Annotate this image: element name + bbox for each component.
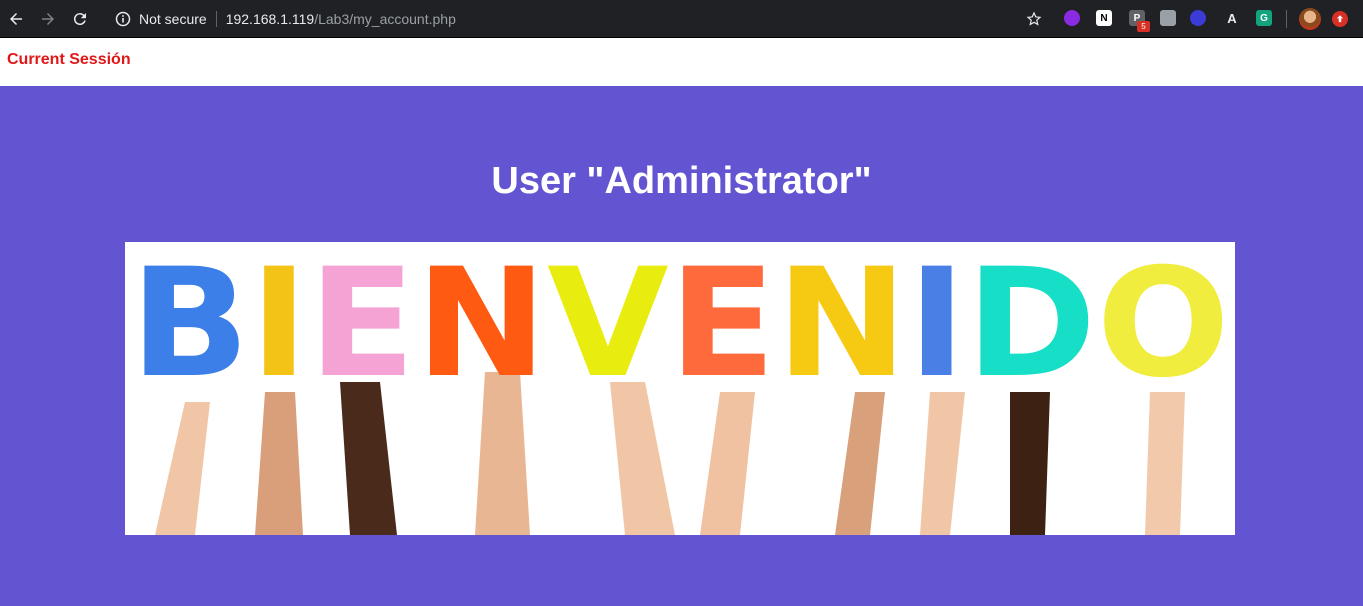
welcome-banner-image: BIENVENIDO	[125, 242, 1235, 535]
url-path[interactable]: /Lab3/my_account.php	[314, 11, 456, 27]
current-session-link[interactable]: Current Sessión	[7, 51, 131, 69]
user-heading: User "Administrator"	[491, 160, 872, 202]
browser-toolbar: Not secure 192.168.1.119/Lab3/my_account…	[0, 0, 1363, 38]
letter-n1: N	[416, 242, 548, 411]
letter-i2: I	[908, 242, 966, 411]
bookmark-star-icon[interactable]	[1026, 11, 1042, 27]
letter-o: O	[1096, 242, 1230, 411]
notion-extension-icon[interactable]: N	[1096, 10, 1112, 26]
forward-button[interactable]	[32, 0, 64, 38]
letter-b: B	[130, 242, 250, 411]
letter-i1: I	[250, 242, 308, 411]
info-icon[interactable]	[115, 11, 131, 27]
address-bar[interactable]: Not secure 192.168.1.119/Lab3/my_account…	[104, 3, 1056, 35]
extension-g-icon[interactable]: G	[1256, 10, 1272, 26]
update-arrow-icon	[1336, 15, 1344, 23]
welcome-banner-graphic: BIENVENIDO	[125, 242, 1235, 535]
letter-d: D	[966, 242, 1096, 411]
letter-e2: E	[669, 242, 776, 411]
extension-purple-icon[interactable]	[1064, 10, 1080, 26]
url-host[interactable]: 192.168.1.119	[226, 11, 315, 27]
omnibox-divider	[215, 11, 217, 27]
extension-copy-icon[interactable]	[1160, 10, 1176, 26]
back-button[interactable]	[0, 0, 32, 38]
update-icon[interactable]	[1332, 11, 1348, 27]
profile-avatar[interactable]	[1299, 8, 1321, 30]
reload-button[interactable]	[64, 0, 96, 38]
security-label[interactable]: Not secure	[139, 11, 207, 27]
banner-letters: BIENVENIDO	[130, 242, 1230, 411]
reload-icon	[73, 12, 86, 25]
toolbar-divider	[1286, 10, 1287, 28]
back-arrow-icon	[10, 12, 22, 25]
letter-n2: N	[776, 242, 908, 411]
session-bar: Current Sessión	[0, 38, 1363, 86]
letter-v: V	[547, 242, 669, 411]
extension-badge: 5	[1137, 21, 1150, 32]
letter-e1: E	[308, 242, 415, 411]
extension-spell-icon[interactable]: A	[1224, 10, 1240, 26]
forward-arrow-icon	[42, 12, 54, 25]
extension-blue-icon[interactable]	[1190, 10, 1206, 26]
